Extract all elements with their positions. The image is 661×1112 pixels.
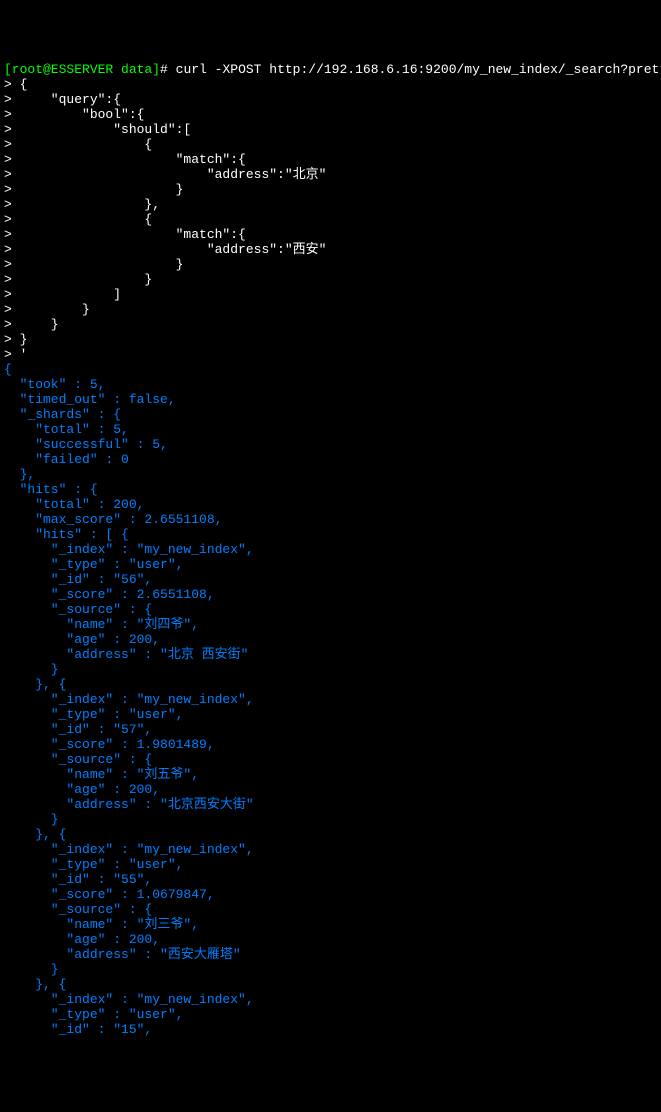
command-text: curl -XPOST http://192.168.6.16:9200/my_… [176,62,661,77]
terminal-output[interactable]: [root@ESSERVER data]# curl -XPOST http:/… [4,62,657,1037]
prompt-user-host: [root@ESSERVER data] [4,62,160,77]
command-output-body: { "took" : 5, "timed_out" : false, "_sha… [4,362,254,1037]
command-input-body: > { > "query":{ > "bool":{ > "should":[ … [4,77,326,362]
prompt-hash: # [160,62,168,77]
